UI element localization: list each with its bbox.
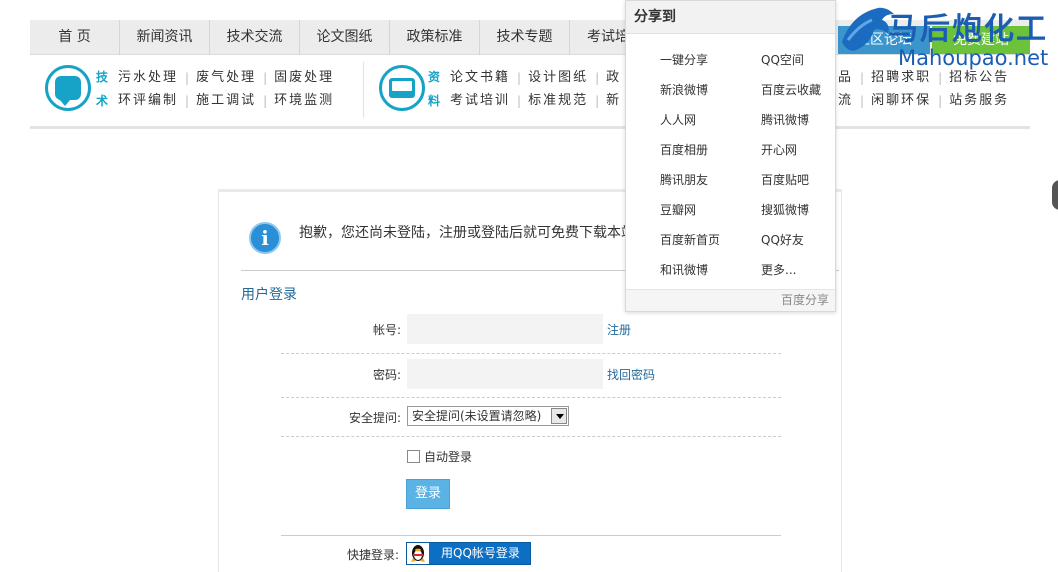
share-more-link[interactable]: 更多... [761, 261, 796, 278]
chevron-down-icon [551, 408, 567, 424]
login-button[interactable]: 登录 [406, 479, 450, 509]
right-links-row2: 流 | 闲聊环保 | 站务服务 [838, 91, 1009, 111]
link-exam-training[interactable]: 考试培训 [450, 91, 510, 111]
password-row: 密码: 找回密码 [281, 356, 781, 398]
logo-domain-text: Mahoupao.net [898, 46, 1049, 70]
site-logo[interactable]: 马后炮化工 Mahoupao.net [838, 2, 1058, 72]
separator: | [263, 71, 268, 85]
data-monitor-icon [379, 65, 425, 111]
login-section-title: 用户登录 [241, 287, 297, 303]
nav-tech-exchange[interactable]: 技术交流 [210, 20, 300, 55]
share-item[interactable]: 人人网 [660, 111, 696, 128]
qq-penguin-icon [407, 543, 429, 564]
register-link[interactable]: 注册 [607, 321, 631, 338]
qq-login-button[interactable]: 用QQ帐号登录 [406, 542, 531, 565]
separator: | [185, 71, 190, 85]
page: 首 页 新闻资讯 技术交流 论文图纸 政策标准 技术专题 考试培训 技 术 污水… [0, 0, 1058, 572]
link-standards[interactable]: 标准规范 [528, 91, 588, 111]
link-site-services[interactable]: 站务服务 [949, 91, 1009, 111]
nav-papers-drawings[interactable]: 论文图纸 [300, 20, 390, 55]
account-input[interactable] [407, 314, 603, 344]
share-item[interactable]: 百度相册 [660, 141, 708, 158]
logo-brand-text: 马后炮化工 [888, 12, 1048, 47]
divider [281, 535, 781, 536]
share-item[interactable]: QQ空间 [761, 51, 804, 68]
share-item[interactable]: 开心网 [761, 141, 797, 158]
link-new-partial[interactable]: 新 [606, 91, 621, 111]
security-question-select[interactable]: 安全提问(未设置请忽略) [407, 406, 569, 426]
separator: | [595, 71, 600, 85]
separator: | [517, 71, 522, 85]
separator: | [938, 94, 943, 108]
link-design-drawings[interactable]: 设计图纸 [528, 68, 588, 88]
password-label: 密码: [372, 368, 401, 382]
share-item[interactable]: QQ好友 [761, 231, 804, 248]
login-notice: 抱歉，您还尚未登陆，注册或登陆后就可免费下载本站 [299, 225, 635, 241]
separator: | [263, 94, 268, 108]
password-input[interactable] [407, 359, 603, 389]
share-item[interactable]: 搜狐微博 [761, 201, 809, 218]
data-links-row2: 考试培训 | 标准规范 | 新 [450, 91, 621, 111]
separator: | [185, 94, 190, 108]
link-papers-books[interactable]: 论文书籍 [450, 68, 510, 88]
link-policy-partial[interactable]: 政 [606, 68, 621, 88]
separator: | [860, 94, 865, 108]
separator: | [517, 94, 522, 108]
share-item[interactable]: 和讯微博 [660, 261, 708, 278]
separator: | [595, 94, 600, 108]
info-icon: i [249, 222, 281, 254]
qq-login-label: 用QQ帐号登录 [441, 546, 520, 560]
tech-links-row1: 污水处理 | 废气处理 | 固废处理 [118, 68, 334, 88]
share-item[interactable]: 百度新首页 [660, 231, 720, 248]
nav-home[interactable]: 首 页 [30, 20, 120, 55]
link-monitoring[interactable]: 环境监测 [274, 91, 334, 111]
link-construction[interactable]: 施工调试 [196, 91, 256, 111]
share-item[interactable]: 百度云收藏 [761, 81, 821, 98]
share-item[interactable]: 百度贴吧 [761, 171, 809, 188]
share-item[interactable]: 一键分享 [660, 51, 708, 68]
side-float-tab[interactable] [1052, 180, 1058, 210]
forgot-password-link[interactable]: 找回密码 [607, 366, 655, 383]
share-item[interactable]: 新浪微博 [660, 81, 708, 98]
security-question-row: 安全提问: 安全提问(未设置请忽略) [281, 400, 781, 437]
auto-login-checkbox[interactable] [407, 450, 420, 463]
account-row: 帐号: 注册 [281, 314, 781, 354]
link-wastewater[interactable]: 污水处理 [118, 68, 178, 88]
tech-links-row2: 环评编制 | 施工调试 | 环境监测 [118, 91, 334, 111]
quick-login-label: 快捷登录: [347, 548, 400, 562]
share-popup: 分享到 一键分享 QQ空间 新浪微博 百度云收藏 人人网 腾讯微博 百度相册 开… [625, 0, 836, 312]
account-label: 帐号: [372, 323, 401, 337]
link-solid-waste[interactable]: 固废处理 [274, 68, 334, 88]
link-exchange-partial[interactable]: 流 [838, 91, 853, 111]
data-links-row1: 论文书籍 | 设计图纸 | 政 [450, 68, 621, 88]
nav-policy-standards[interactable]: 政策标准 [390, 20, 480, 55]
tech-label-1: 技 [95, 70, 108, 84]
data-label-2: 料 [427, 94, 440, 108]
nav-tech-topics[interactable]: 技术专题 [480, 20, 570, 55]
tech-label-2: 术 [95, 94, 108, 108]
nav-news[interactable]: 新闻资讯 [120, 20, 210, 55]
security-question-value: 安全提问(未设置请忽略) [412, 409, 542, 423]
link-chat-env[interactable]: 闲聊环保 [871, 91, 931, 111]
sub-nav-divider [363, 62, 364, 118]
share-item[interactable]: 腾讯朋友 [660, 171, 708, 188]
tech-chat-icon [45, 65, 91, 111]
security-question-label: 安全提问: [348, 411, 401, 425]
share-title: 分享到 [626, 1, 835, 34]
data-label-1: 资 [427, 70, 440, 84]
share-item[interactable]: 腾讯微博 [761, 111, 809, 128]
link-eia[interactable]: 环评编制 [118, 91, 178, 111]
share-footer[interactable]: 百度分享 [626, 289, 835, 311]
auto-login-label[interactable]: 自动登录 [424, 448, 472, 465]
link-waste-gas[interactable]: 废气处理 [196, 68, 256, 88]
share-item[interactable]: 豆瓣网 [660, 201, 696, 218]
